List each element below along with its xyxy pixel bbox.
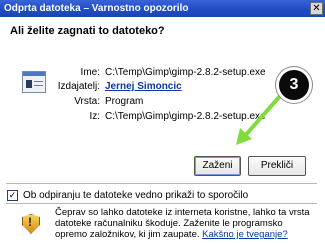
- divider: [6, 183, 317, 184]
- type-label: Vrsta:: [74, 96, 100, 107]
- publisher-link[interactable]: Jernej Simoncic: [105, 81, 182, 92]
- window-title: Odprta datoteka – Varnostno opozorilo: [4, 3, 189, 14]
- cancel-button[interactable]: Prekliči: [248, 156, 306, 176]
- always-ask-label[interactable]: Ob odpiranju te datoteke vedno prikaži t…: [23, 190, 248, 201]
- question-text: Ali želite zagnati to datoteko?: [10, 25, 165, 37]
- publisher-label: Izdajatelj:: [57, 81, 100, 92]
- name-label: Ime:: [80, 67, 100, 78]
- always-ask-checkbox[interactable]: ✓: [7, 190, 18, 201]
- from-label: Iz:: [89, 111, 100, 122]
- divider: [6, 203, 317, 204]
- run-button[interactable]: Zaženi: [194, 156, 241, 176]
- type-value: Program: [105, 96, 144, 107]
- name-value: C:\Temp\Gimp\gimp-2.8.2-setup.exe: [105, 67, 266, 78]
- title-bar: Odprta datoteka – Varnostno opozorilo ✕: [0, 0, 325, 17]
- step-number-badge: 3: [276, 67, 312, 103]
- risk-link[interactable]: Kakšno je tveganje?: [202, 229, 288, 240]
- exclamation-icon: !: [28, 215, 32, 229]
- from-value: C:\Temp\Gimp\gimp-2.8.2-setup.exe: [105, 111, 266, 122]
- security-warning-dialog: Ali želite zagnati to datoteko? Ime: C:\…: [0, 17, 325, 244]
- warning-text: Čeprav so lahko datoteke iz interneta ko…: [55, 207, 315, 240]
- close-icon[interactable]: ✕: [310, 2, 323, 15]
